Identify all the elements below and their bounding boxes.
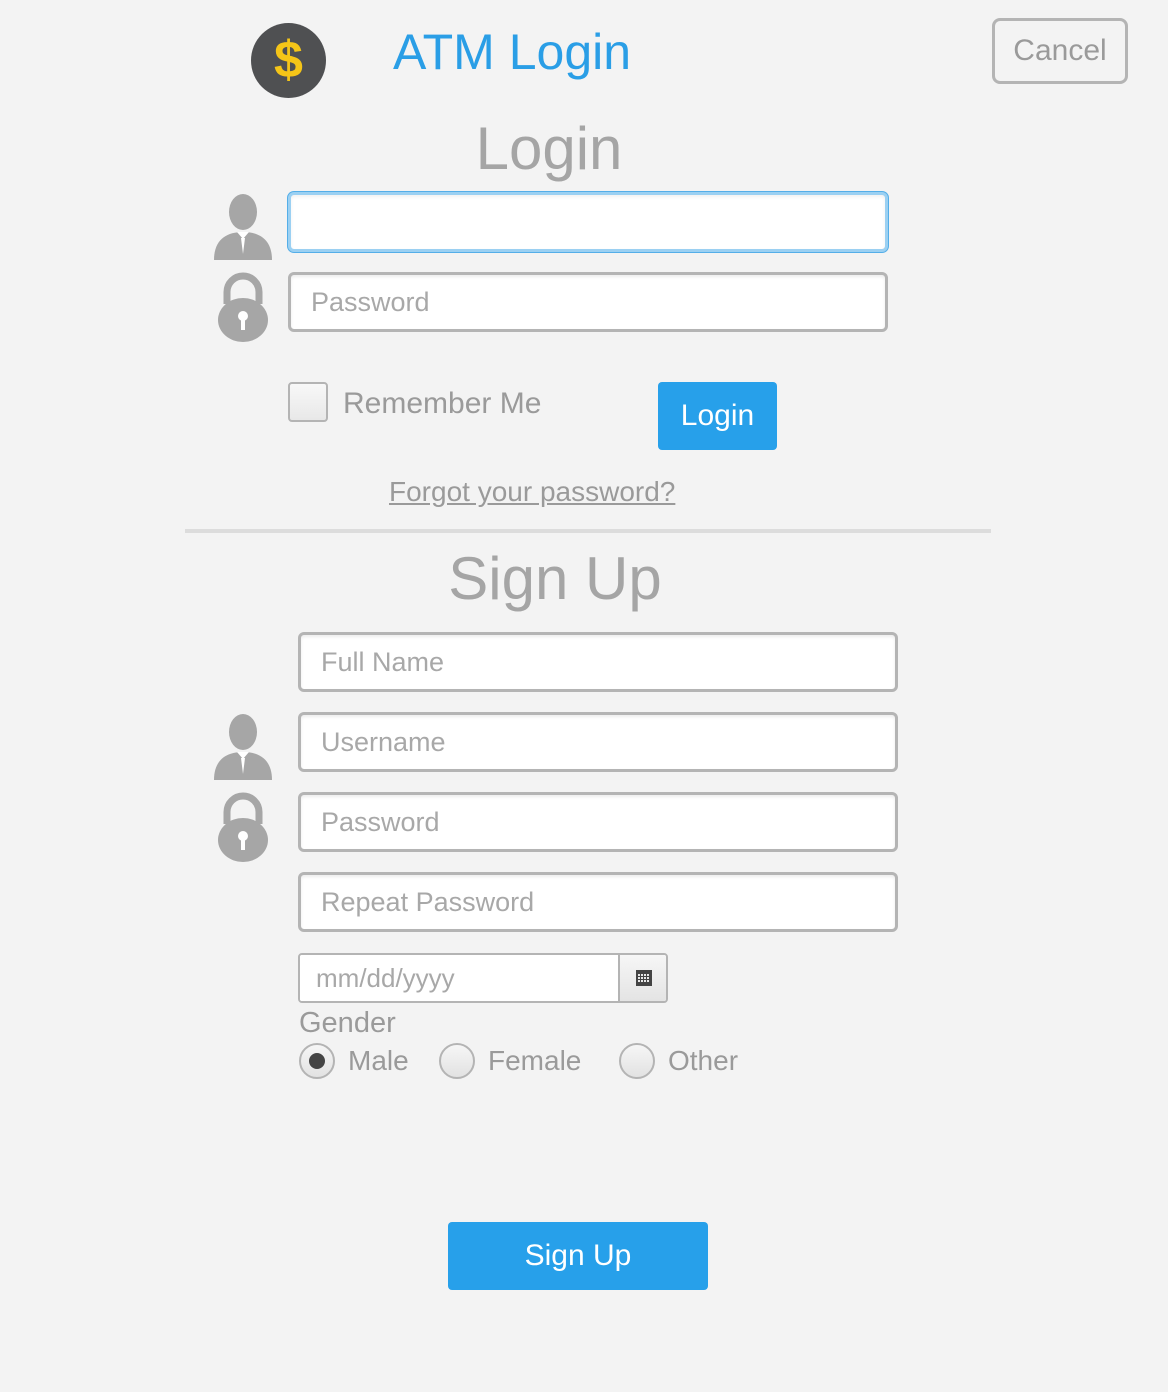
signup-button[interactable]: Sign Up	[448, 1222, 708, 1290]
gender-option-label: Female	[488, 1045, 582, 1076]
lock-icon	[218, 272, 268, 342]
birthdate-input[interactable]	[300, 955, 618, 1001]
gender-radio-other[interactable]	[619, 1043, 655, 1079]
login-username-input[interactable]	[288, 192, 888, 252]
full-name-input[interactable]	[298, 632, 898, 692]
user-icon	[214, 714, 272, 780]
remember-me-label: Remember Me	[343, 387, 542, 420]
login-password-input[interactable]	[288, 272, 888, 332]
gender-label: Gender	[299, 1007, 396, 1039]
repeat-password-input[interactable]	[298, 872, 898, 932]
section-divider	[185, 529, 991, 533]
gender-option-label: Male	[348, 1045, 409, 1076]
radio-selected-dot	[309, 1053, 325, 1069]
remember-me-checkbox[interactable]	[288, 382, 328, 422]
user-icon	[214, 194, 272, 260]
login-button[interactable]: Login	[658, 382, 777, 450]
gender-radio-female[interactable]	[439, 1043, 475, 1079]
lock-icon	[218, 792, 268, 862]
calendar-button[interactable]	[618, 955, 666, 1001]
signup-password-input[interactable]	[298, 792, 898, 852]
app-logo: $	[251, 23, 326, 98]
birthdate-picker	[298, 953, 668, 1003]
gender-radio-male[interactable]	[299, 1043, 335, 1079]
login-section-title: Login	[475, 115, 623, 182]
signup-section-title: Sign Up	[448, 545, 662, 612]
gender-option-label: Other	[668, 1045, 739, 1076]
signup-username-input[interactable]	[298, 712, 898, 772]
calendar-icon	[636, 970, 652, 986]
app-title: ATM Login	[393, 24, 632, 80]
dollar-icon: $	[274, 30, 303, 89]
forgot-password-link[interactable]: Forgot your password?	[389, 474, 675, 510]
cancel-button[interactable]: Cancel	[992, 18, 1128, 84]
